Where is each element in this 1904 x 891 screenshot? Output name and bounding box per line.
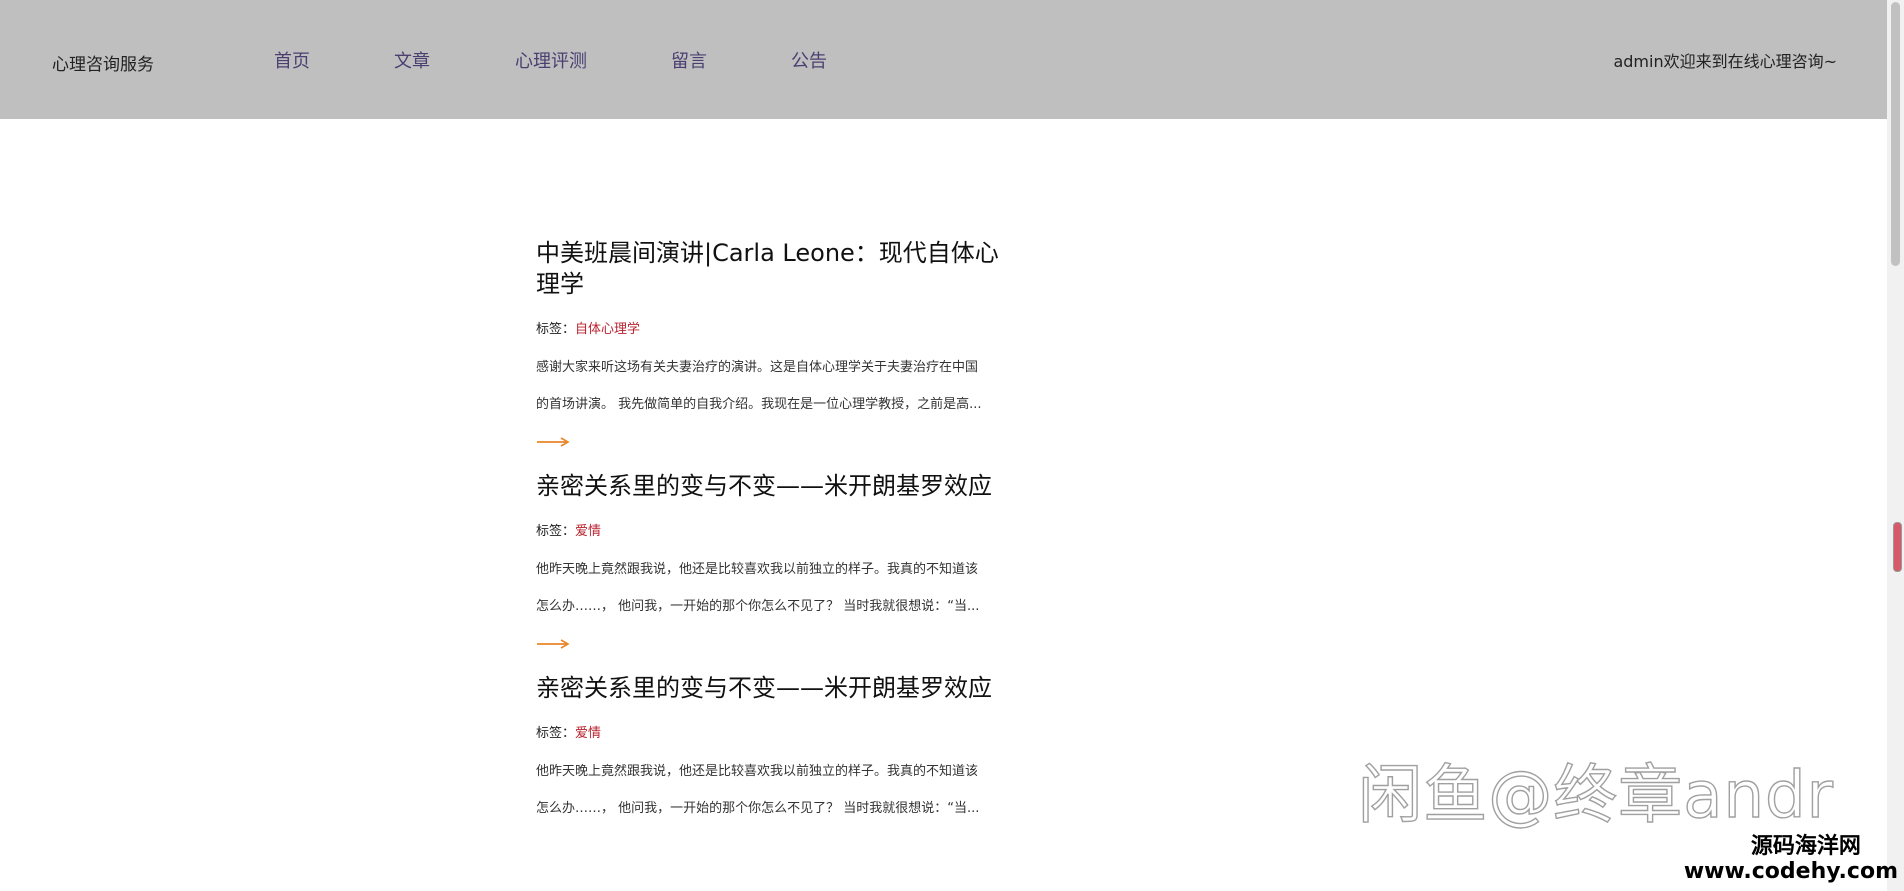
article-tag[interactable]: 爱情 [575, 726, 601, 741]
welcome-message: admin欢迎来到在线心理咨询~ [1613, 52, 1837, 71]
nav-item-articles[interactable]: 文章 [394, 47, 430, 73]
top-header: 心理咨询服务 首页 文章 心理评测 留言 公告 admin欢迎来到在线心理咨询~ [0, 0, 1887, 119]
summary-line: 感谢大家来听这场有关夫妻治疗的演讲。这是自体心理学关于夫妻治疗在中国 [536, 360, 979, 375]
nav-item-messages[interactable]: 留言 [671, 47, 707, 73]
tag-label: 标签： [536, 726, 576, 741]
summary-line: 他昨天晚上竟然跟我说，他还是比较喜欢我以前独立的样子。我真的不知道该 [536, 764, 979, 779]
page: 心理咨询服务 首页 文章 心理评测 留言 公告 admin欢迎来到在线心理咨询~… [0, 0, 1904, 891]
tag-label: 标签： [536, 524, 576, 539]
summary-line: 他昨天晚上竟然跟我说，他还是比较喜欢我以前独立的样子。我真的不知道该 [536, 562, 979, 577]
article-summary: 感谢大家来听这场有关夫妻治疗的演讲。这是自体心理学关于夫妻治疗在中国 的首场讲演… [536, 349, 1016, 423]
page-scrollbar[interactable] [1887, 0, 1904, 891]
article-summary: 他昨天晚上竟然跟我说，他还是比较喜欢我以前独立的样子。我真的不知道该 怎么办……… [536, 551, 1016, 625]
arrow-right-icon[interactable] [536, 635, 570, 653]
summary-line: 的首场讲演。 我先做简单的自我介绍。我现在是一位心理学教授，之前是高... [536, 397, 982, 412]
nav-item-home[interactable]: 首页 [274, 47, 310, 73]
article-summary: 他昨天晚上竟然跟我说，他还是比较喜欢我以前独立的样子。我真的不知道该 怎么办……… [536, 753, 1016, 827]
article-tag-line: 标签：自体心理学 [536, 318, 1016, 337]
watermark-text: 闲鱼@终章andr [1358, 758, 1834, 833]
article-list: 中美班晨间演讲|Carla Leone：现代自体心理学 标签：自体心理学 感谢大… [536, 238, 1016, 847]
article-title[interactable]: 亲密关系里的变与不变——米开朗基罗效应 [536, 673, 1016, 704]
tag-label: 标签： [536, 322, 576, 337]
article-title[interactable]: 亲密关系里的变与不变——米开朗基罗效应 [536, 471, 1016, 502]
arrow-right-icon[interactable] [536, 433, 570, 451]
summary-line: 怎么办……， 他问我，一开始的那个你怎么不见了？ 当时我就很想说：“当... [536, 599, 980, 614]
side-handle[interactable] [1893, 522, 1902, 572]
nav-item-assessment[interactable]: 心理评测 [515, 47, 587, 73]
site-name: 源码海洋网 [1750, 834, 1861, 859]
article-card: 亲密关系里的变与不变——米开朗基罗效应 标签：爱情 他昨天晚上竟然跟我说，他还是… [536, 673, 1016, 827]
article-title[interactable]: 中美班晨间演讲|Carla Leone：现代自体心理学 [536, 238, 1016, 300]
scrollbar-thumb[interactable] [1891, 2, 1900, 266]
article-tag[interactable]: 自体心理学 [575, 322, 640, 337]
site-brand[interactable]: 心理咨询服务 [52, 50, 154, 75]
article-tag-line: 标签：爱情 [536, 722, 1016, 741]
article-card: 中美班晨间演讲|Carla Leone：现代自体心理学 标签：自体心理学 感谢大… [536, 238, 1016, 451]
article-card: 亲密关系里的变与不变——米开朗基罗效应 标签：爱情 他昨天晚上竟然跟我说，他还是… [536, 471, 1016, 653]
article-tag[interactable]: 爱情 [575, 524, 601, 539]
article-tag-line: 标签：爱情 [536, 520, 1016, 539]
summary-line: 怎么办……， 他问我，一开始的那个你怎么不见了？ 当时我就很想说：“当... [536, 801, 980, 816]
site-url: www.codehy.com [1683, 859, 1898, 884]
nav-item-announcements[interactable]: 公告 [791, 47, 827, 73]
site-stamp: 源码海洋网 www.codehy.com [1684, 834, 1898, 884]
